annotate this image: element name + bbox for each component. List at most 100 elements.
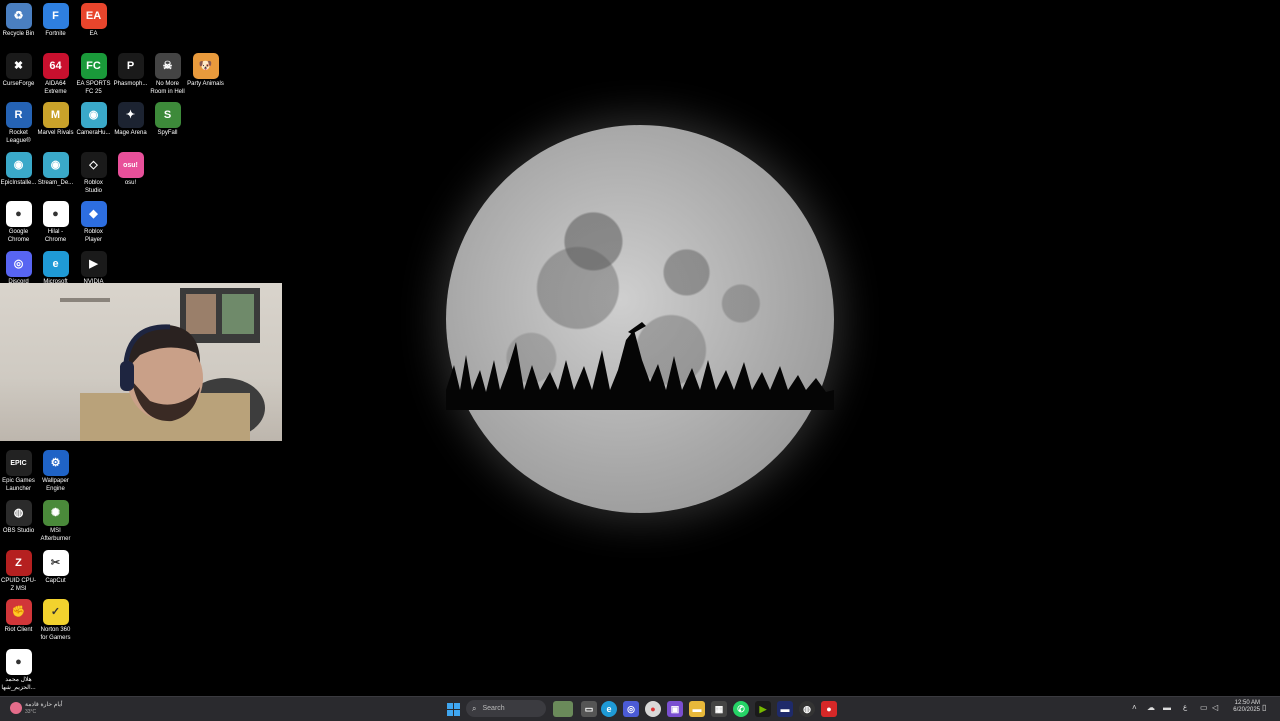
phasmophobia-icon: P	[117, 53, 144, 79]
desktop-icon[interactable]: ● هلال محمد الحزيم_شها...	[0, 649, 37, 692]
desktop-icon[interactable]: P Phasmoph...	[112, 53, 149, 89]
clock[interactable]: 12:50 AM 6/20/2025	[1222, 700, 1260, 714]
capcut-icon: ✂	[42, 550, 69, 576]
desktop-icon[interactable]: ✂ CapCut	[37, 550, 74, 586]
desktop-icon[interactable]: ◎ Discord	[0, 251, 37, 287]
desktop-icon[interactable]: ♻ Recycle Bin	[0, 3, 37, 39]
desktop-icon[interactable]: EA EA	[75, 3, 112, 39]
desktop-icon-label: Phasmoph...	[113, 81, 148, 87]
desktop-icon[interactable]: ✖ CurseForge	[0, 53, 37, 89]
onedrive-icon[interactable]: ☁	[1147, 703, 1155, 712]
desktop-icon-label: CameraHu...	[76, 130, 111, 136]
recording-taskbar-icon[interactable]: ●	[821, 701, 837, 717]
desktop-icon-label: Mage Arena	[114, 130, 147, 136]
nvidia-taskbar-icon[interactable]: ▶	[755, 701, 771, 717]
desktop-icon[interactable]: ✦ Mage Arena	[112, 102, 149, 138]
roblox-studio-icon: ◇	[80, 152, 107, 178]
desktop-icon-label: Hilal - Chrome	[44, 229, 67, 243]
desktop-icon-label: CurseForge	[2, 81, 35, 87]
desktop-icon-label: EA	[89, 31, 98, 37]
desktop-icon[interactable]: ✓ Norton 360 for Gamers	[37, 599, 74, 642]
roblox-player-icon: ◆	[80, 201, 107, 227]
desktop-icon[interactable]: ▶ NVIDIA	[75, 251, 112, 287]
webcam-person-illustration	[60, 288, 265, 441]
microsoft-store-icon[interactable]: ▦	[711, 701, 727, 717]
desktop-icon[interactable]: ✊ Riot Client	[0, 599, 37, 635]
camerahub-icon: ◉	[80, 102, 107, 128]
desktop-icon[interactable]: ◆ Roblox Player	[75, 201, 112, 244]
wallpaper-engine-icon: ⚙	[42, 450, 69, 476]
task-view-icon[interactable]: ▭	[581, 701, 597, 717]
desktop-icon[interactable]: S SpyFall	[149, 102, 186, 138]
desktop-icon[interactable]: ● Google Chrome	[0, 201, 37, 244]
desktop-icon-label: Epic Games Launcher	[2, 478, 35, 492]
widgets-icon[interactable]	[553, 701, 573, 717]
desktop-icon-label: MSI Afterburner	[40, 528, 71, 542]
whatsapp-icon[interactable]: ✆	[733, 701, 749, 717]
epic-games-icon: EPIC	[5, 450, 32, 476]
desktop-icon[interactable]: osu! osu!	[112, 152, 149, 188]
weather-widget[interactable]: أيام حارة قادمة 33°C	[10, 700, 70, 718]
desktop-icon-label: هلال محمد الحزيم_شها...	[1, 677, 36, 691]
chrome-shortcut-icon: ●	[5, 649, 32, 675]
search-placeholder: Search	[482, 705, 505, 712]
desktop-icon[interactable]: ✺ MSI Afterburner	[37, 500, 74, 543]
notification-icon[interactable]: ▯	[1262, 703, 1266, 712]
cpuz-icon: Z	[5, 550, 32, 576]
ea-sports-fc-icon: FC	[80, 53, 107, 79]
stream-deck-icon: ◉	[42, 152, 69, 178]
desktop-icon[interactable]: ◉ CameraHu...	[75, 102, 112, 138]
app-taskbar-icon-1[interactable]: ◎	[623, 701, 639, 717]
desktop-icon-label: Riot Client	[4, 627, 33, 633]
mage-arena-icon: ✦	[117, 102, 144, 128]
start-button[interactable]	[445, 701, 461, 717]
desktop-icon-label: Roblox Player	[84, 229, 103, 243]
language-icon[interactable]: ع	[1183, 703, 1187, 711]
desktop-icon[interactable]: EPIC Epic Games Launcher	[0, 450, 37, 493]
fortnite-icon: F	[42, 3, 69, 29]
desktop-icon[interactable]: Z CPUID CPU-Z MSI	[0, 550, 37, 593]
norton-icon: ✓	[42, 599, 69, 625]
desktop-icon-label: Party Animals	[187, 81, 224, 87]
app-taskbar-icon-2[interactable]: ▣	[667, 701, 683, 717]
desktop-icon-label: Stream_De...	[37, 180, 74, 186]
desktop-icon-label: No More Room in Hell	[150, 81, 185, 95]
desktop-icon-label: CapCut	[45, 578, 66, 584]
desktop-icon[interactable]: FC EA SPORTS FC 25	[75, 53, 112, 96]
desktop-icon[interactable]: e Microsoft	[37, 251, 74, 287]
desktop-icon[interactable]: ● Hilal - Chrome	[37, 201, 74, 244]
recycle-bin-icon: ♻	[5, 3, 32, 29]
weather-temp: 33°C	[25, 709, 37, 715]
desktop-icon[interactable]: R Rocket League®	[0, 102, 37, 145]
desktop-icon[interactable]: ◉ EpicInstalle...	[0, 152, 37, 188]
tray-app-icon[interactable]: ▬	[1163, 703, 1171, 712]
show-hidden-icons-icon[interactable]: ˄	[1132, 703, 1137, 712]
desktop-icon-label: osu!	[124, 180, 137, 186]
file-explorer-icon[interactable]: ▬	[689, 701, 705, 717]
desktop-icon[interactable]: ☠ No More Room in Hell	[149, 53, 186, 96]
app-taskbar-icon-3[interactable]: ▬	[777, 701, 793, 717]
volume-icon[interactable]: ◁	[1212, 703, 1218, 712]
wallpaper-moon	[446, 125, 834, 513]
discord-icon: ◎	[5, 251, 32, 277]
desktop-icon[interactable]: 64 AIDA64 Extreme	[37, 53, 74, 96]
riot-client-icon: ✊	[5, 599, 32, 625]
desktop-icon[interactable]: ◍ OBS Studio	[0, 500, 37, 536]
chrome-icon: ●	[5, 201, 32, 227]
rocket-league-icon: R	[5, 102, 32, 128]
desktop-icon[interactable]: ◇ Roblox Studio	[75, 152, 112, 195]
desktop-icon-label: Fortnite	[45, 31, 66, 37]
obs-taskbar-icon[interactable]: ◍	[799, 701, 815, 717]
desktop-icon[interactable]: ⚙ Wallpaper Engine	[37, 450, 74, 493]
edge-taskbar-icon[interactable]: e	[601, 701, 617, 717]
desktop-icon[interactable]: ◉ Stream_De...	[37, 152, 74, 188]
desktop-icon[interactable]: 🐶 Party Animals	[187, 53, 224, 89]
ea-icon: EA	[80, 3, 107, 29]
marvel-rivals-icon: M	[42, 102, 69, 128]
taskbar-search-box[interactable]: ⌕ Search	[466, 700, 546, 717]
desktop-icon-label: OBS Studio	[2, 528, 35, 534]
network-icon[interactable]: ▭	[1200, 703, 1208, 712]
desktop-icon[interactable]: M Marvel Rivals	[37, 102, 74, 138]
desktop-icon[interactable]: F Fortnite	[37, 3, 74, 39]
chrome-taskbar-icon[interactable]: ●	[645, 701, 661, 717]
